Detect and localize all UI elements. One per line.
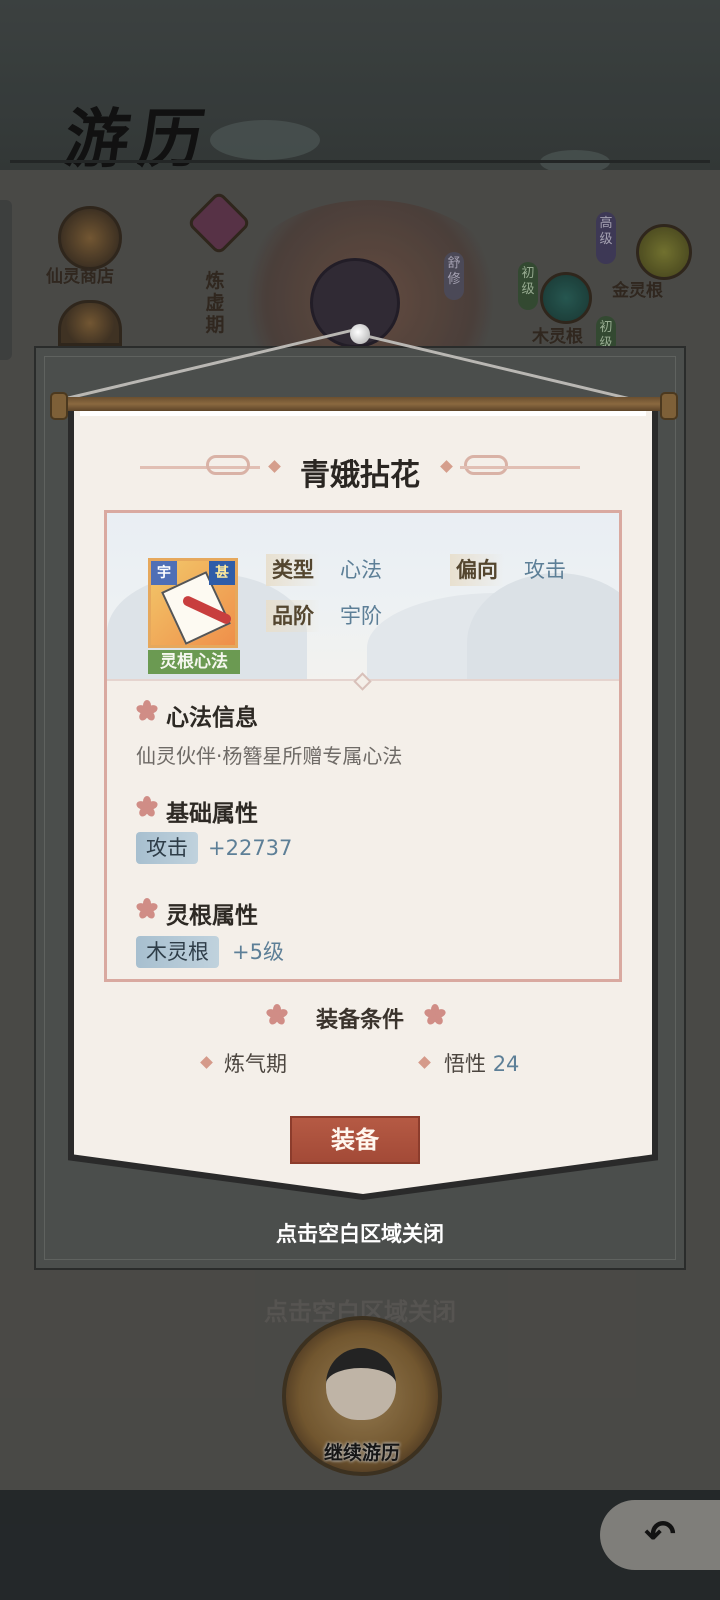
requirement-comprehension: 悟性 24 [444,1048,519,1078]
scroll-rod [54,397,676,411]
wood-root-stat-label: 木灵根 [136,936,219,968]
wood-root-stat-value: +5级 [232,940,284,964]
rod-cap-left [50,392,68,420]
rod-cap-right [660,392,678,420]
close-hint[interactable]: 点击空白区域关闭 [0,1218,720,1248]
nail-icon [350,324,370,344]
flower-icon [135,700,159,723]
attr-bias-key: 偏向 [450,554,504,586]
skill-info-title: 心法信息 [166,705,258,731]
root-attr-title: 灵根属性 [166,903,258,929]
attr-type-key: 类型 [266,554,320,586]
requirement-comprehension-label: 悟性 [444,1052,486,1076]
flower-icon [135,898,159,921]
requirements-title: 装备条件 [315,1008,404,1033]
skill-type-tag: 灵根心法 [148,650,240,674]
equip-button[interactable]: 装备 [290,1116,420,1164]
attr-type-value: 心法 [340,558,382,582]
requirement-realm: 炼气期 [224,1052,287,1076]
skill-info-text: 仙灵伙伴·杨簪星所赠专属心法 [136,744,403,768]
dialog-title: 青娥拈花 [300,458,420,493]
skill-book-icon: 宇 甚 [148,558,238,648]
grade-corner-badge: 宇 [151,561,177,585]
attack-stat-label: 攻击 [136,832,198,864]
attr-bias-value: 攻击 [524,558,566,582]
attr-grade-key: 品阶 [266,600,320,632]
flower-icon [135,796,159,819]
title-swirl-right [464,455,508,475]
base-attr-title: 基础属性 [166,801,258,827]
flower-icon [423,1004,447,1027]
title-ornament-right [460,466,580,469]
attr-grade-value: 宇阶 [340,604,382,628]
attack-stat-value: +22737 [208,836,293,860]
requirement-comprehension-value: 24 [492,1052,520,1076]
quality-corner-badge: 甚 [209,561,235,585]
